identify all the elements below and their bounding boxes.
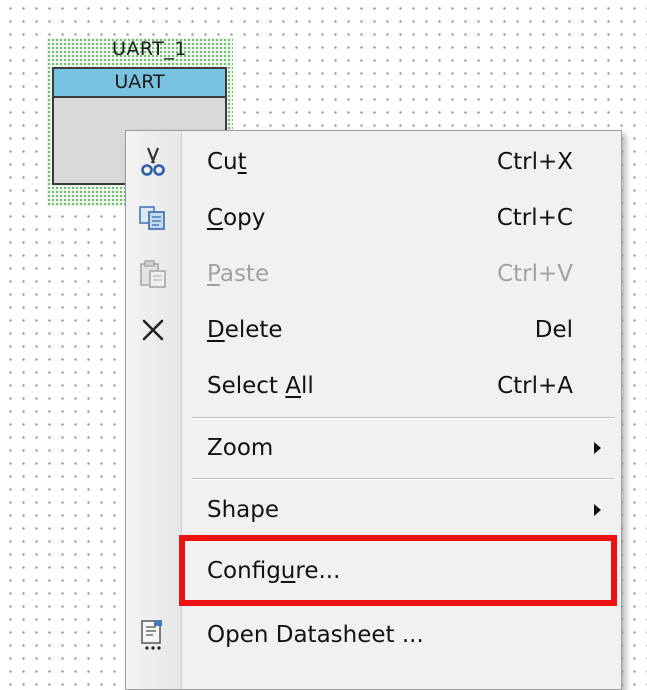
menu-item-label: Cut — [207, 149, 247, 175]
menu-item-delete[interactable]: Delete Del — [126, 303, 621, 357]
menu-item-paste[interactable]: Paste Ctrl+V — [126, 247, 621, 301]
menu-item-shortcut: Ctrl+X — [497, 149, 573, 175]
menu-item-shortcut: Ctrl+V — [497, 261, 573, 287]
menu-item-label: Shape — [207, 497, 280, 523]
menu-separator — [192, 478, 614, 480]
menu-item-label: Zoom — [207, 435, 274, 461]
menu-item-label: Delete — [207, 317, 283, 343]
menu-item-label: Paste — [207, 261, 270, 287]
menu-item-label: Copy — [207, 205, 266, 231]
menu-item-select-all[interactable]: Select All Ctrl+A — [126, 359, 621, 413]
menu-item-shortcut: Ctrl+C — [496, 205, 573, 231]
menu-item-zoom[interactable]: Zoom — [126, 421, 621, 475]
menu-item-shortcut: Del — [534, 317, 573, 343]
scissors-icon — [136, 145, 170, 179]
component-title: UART — [54, 69, 225, 98]
menu-item-cut[interactable]: Cut Ctrl+X — [126, 135, 621, 189]
menu-item-label: Open Datasheet ... — [207, 622, 424, 648]
copy-icon — [136, 201, 170, 235]
menu-item-shape[interactable]: Shape — [126, 483, 621, 537]
menu-item-shortcut: Ctrl+A — [497, 373, 573, 399]
paste-icon — [136, 257, 170, 291]
datasheet-icon — [136, 618, 170, 652]
instance-name-label: UART_1 — [112, 38, 187, 60]
menu-item-copy[interactable]: Copy Ctrl+C — [126, 191, 621, 245]
menu-item-open-datasheet[interactable]: Open Datasheet ... — [126, 608, 621, 662]
menu-separator — [192, 417, 614, 419]
submenu-arrow-icon — [594, 504, 601, 516]
delete-x-icon — [136, 313, 170, 347]
context-menu: Cut Ctrl+X Copy Ctrl+C Paste Ctrl+V Dele… — [125, 130, 622, 690]
menu-item-label: Select All — [207, 373, 314, 399]
submenu-arrow-icon — [594, 442, 601, 454]
configure-highlight-box — [179, 535, 617, 606]
